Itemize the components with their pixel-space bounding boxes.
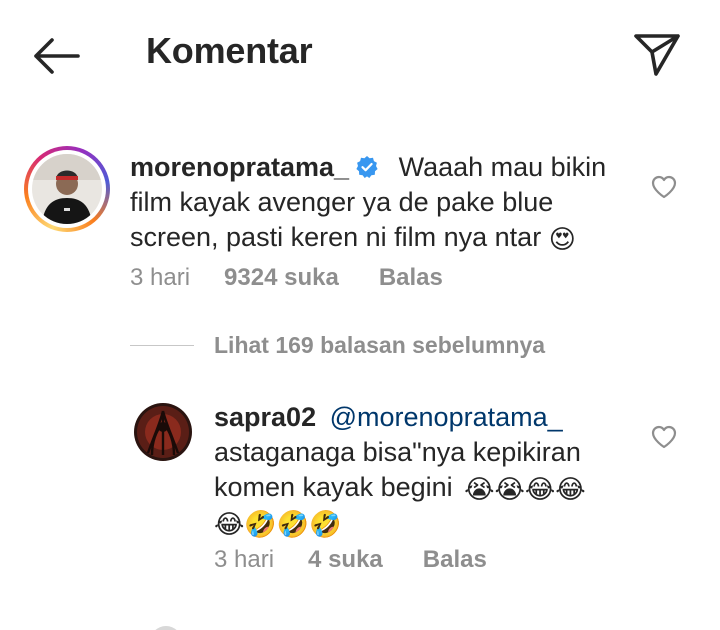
reply-mention[interactable]: @morenopratama_	[330, 402, 563, 432]
reply-line-3-text: komen kayak begini	[214, 472, 453, 502]
like-comment-button[interactable]	[650, 174, 678, 200]
reply-text: sapra02 @morenopratama_ astaganaga bisa"…	[214, 400, 634, 540]
comment-likes[interactable]: 9324 suka	[224, 264, 339, 292]
comment-line-1-text: Waaah mau bikin	[398, 152, 607, 182]
comment-text: morenopratama_ Waaah mau bikin film kaya…	[130, 150, 630, 255]
comment-line-3: screen, pasti keren ni film nya ntar 😍	[130, 220, 630, 255]
like-reply-button[interactable]	[650, 424, 678, 450]
next-comment-avatar[interactable]	[150, 626, 182, 630]
comment-time: 3 hari	[130, 264, 191, 291]
heart-icon	[651, 175, 677, 199]
divider	[130, 344, 194, 346]
comment: morenopratama_ Waaah mau bikin film kaya…	[0, 0, 720, 320]
reply-line-3: komen kayak begini 😭😭😂😂	[214, 470, 634, 505]
avatar[interactable]	[32, 154, 102, 224]
verified-badge-icon	[356, 156, 378, 178]
reply-emoji-group-1: 😭😭😂😂	[464, 475, 586, 505]
reply-line-4: 😂🤣🤣🤣	[214, 505, 634, 540]
reply-time: 3 hari	[214, 546, 275, 573]
reply-line-1: sapra02 @morenopratama_	[214, 400, 634, 435]
comment-line-1: morenopratama_ Waaah mau bikin	[130, 150, 630, 185]
reply-emoji-group-2: 😂🤣🤣🤣	[214, 510, 342, 540]
heart-eyes-emoji: 😍	[548, 225, 576, 255]
view-replies-label: Lihat 169 balasan sebelumnya	[214, 331, 546, 358]
reply-likes[interactable]: 4 suka	[308, 546, 383, 574]
comment-line-2: film kayak avenger ya de pake blue	[130, 187, 554, 217]
reply-username[interactable]: sapra02	[214, 402, 316, 432]
reply-reply-button[interactable]: Balas	[423, 546, 487, 574]
comments-screen: Komentar morenopratama_ Waaah mau bikin …	[0, 0, 720, 630]
reply-line-2: astaganaga bisa"nya kepikiran	[214, 437, 581, 467]
reply-avatar[interactable]	[134, 403, 192, 461]
comment-reply-button[interactable]: Balas	[379, 264, 443, 292]
heart-icon	[651, 425, 677, 449]
reply-meta: 3 hari 4 suka Balas	[214, 546, 487, 574]
view-previous-replies[interactable]: Lihat 169 balasan sebelumnya	[130, 330, 545, 360]
comment-username[interactable]: morenopratama_	[130, 152, 349, 182]
comment-line-3-text: screen, pasti keren ni film nya ntar	[130, 222, 542, 252]
reply: sapra02 @morenopratama_ astaganaga bisa"…	[0, 380, 720, 600]
comment-meta: 3 hari 9324 suka Balas	[130, 264, 443, 292]
